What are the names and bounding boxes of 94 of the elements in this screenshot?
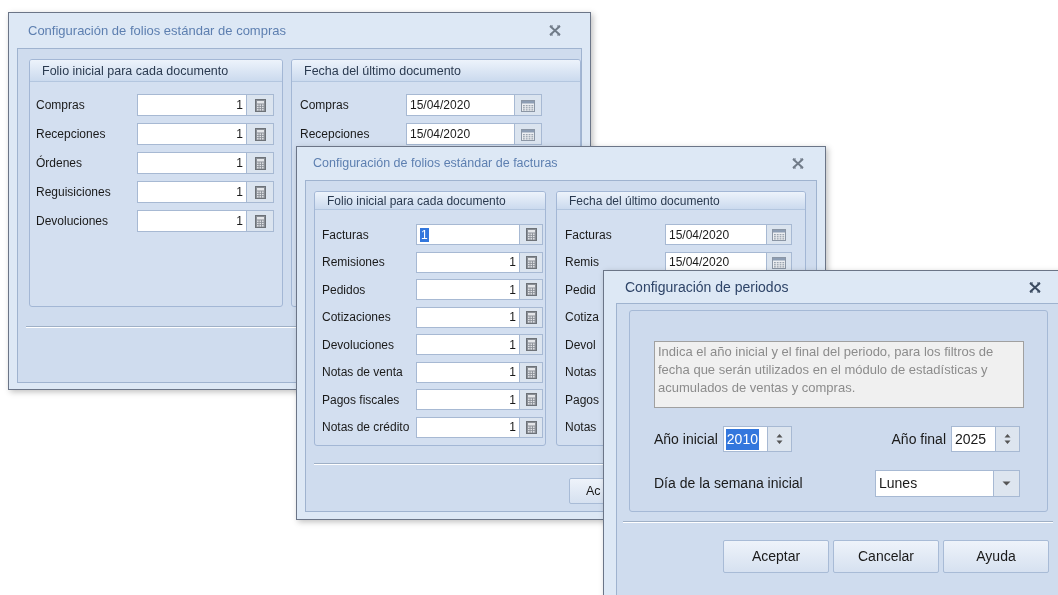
calendar-button[interactable] bbox=[767, 224, 792, 245]
group-heading: Fecha del último documento bbox=[557, 192, 805, 210]
group-heading: Fecha del último documento bbox=[292, 60, 580, 82]
field-label: Recepciones bbox=[300, 126, 371, 143]
number-field[interactable]: 1 bbox=[416, 416, 520, 438]
number-field[interactable]: 1 bbox=[137, 123, 247, 145]
description-text: Indica el año inicial y el final del periodo, para los filtros de fecha que serán utilizados en el módulo de estadísticas y acumulados de ventas y compras. bbox=[654, 341, 1024, 408]
close-icon bbox=[792, 158, 804, 169]
calculator-button[interactable] bbox=[520, 361, 543, 383]
calculator-button[interactable] bbox=[247, 152, 274, 174]
field-label: Año final bbox=[891, 429, 946, 449]
calendar-icon bbox=[521, 98, 535, 112]
date-field[interactable]: 15/04/2020 bbox=[665, 224, 767, 245]
calculator-button[interactable] bbox=[520, 416, 543, 438]
field-label: Notas de crédito bbox=[322, 419, 411, 436]
field-label: Compras bbox=[36, 97, 86, 114]
calculator-button[interactable] bbox=[520, 389, 543, 410]
calculator-button[interactable] bbox=[247, 210, 274, 232]
field-label: Pagos bbox=[565, 391, 601, 409]
date-field[interactable]: 15/04/2020 bbox=[406, 94, 515, 116]
field-label: Devoluciones bbox=[36, 213, 110, 230]
calendar-button[interactable] bbox=[515, 94, 542, 116]
calculator-icon bbox=[525, 393, 537, 406]
calculator-icon bbox=[525, 365, 537, 379]
field-label: Compras bbox=[300, 97, 350, 114]
calculator-button[interactable] bbox=[247, 181, 274, 203]
calculator-icon bbox=[525, 228, 537, 241]
year-spinner[interactable]: 2025 bbox=[951, 426, 1020, 452]
calculator-icon bbox=[254, 127, 266, 141]
number-field[interactable]: 1 bbox=[416, 361, 520, 383]
calculator-button[interactable] bbox=[520, 251, 543, 273]
close-icon bbox=[549, 25, 561, 36]
calendar-icon bbox=[772, 255, 786, 269]
dropdown-caret-icon bbox=[1002, 481, 1011, 486]
field-label: Facturas bbox=[322, 226, 370, 244]
day-dropdown[interactable]: Lunes bbox=[875, 470, 1020, 497]
window-title: Configuración de folios estándar de compras bbox=[28, 21, 286, 40]
field-label: Cotiza bbox=[565, 309, 600, 326]
year-spinner[interactable]: 2010 bbox=[722, 426, 792, 452]
number-field[interactable]: 1 bbox=[416, 251, 520, 273]
calculator-button[interactable] bbox=[247, 123, 274, 145]
field-label: Devoluciones bbox=[322, 336, 396, 354]
calculator-icon bbox=[254, 214, 266, 228]
close-icon bbox=[1029, 281, 1041, 293]
date-field[interactable]: 15/04/2020 bbox=[665, 251, 767, 273]
calculator-icon bbox=[525, 338, 537, 351]
window-title: Configuración de folios estándar de facturas bbox=[313, 155, 558, 173]
field-label: Pedidos bbox=[322, 281, 367, 299]
cancel-button[interactable]: Cancelar bbox=[833, 540, 939, 573]
calculator-icon bbox=[254, 98, 266, 112]
number-field[interactable]: 1 bbox=[416, 389, 520, 410]
field-label: Recepciones bbox=[36, 126, 107, 143]
group-heading: Folio inicial para cada documento bbox=[30, 60, 282, 82]
number-field[interactable]: 1 bbox=[137, 210, 247, 232]
field-label: Remis bbox=[565, 254, 600, 271]
group-heading: Folio inicial para cada documento bbox=[315, 192, 545, 210]
window-title: Configuración de periodos bbox=[625, 277, 789, 297]
field-label: Órdenes bbox=[36, 154, 84, 172]
calculator-icon bbox=[525, 420, 537, 434]
number-field[interactable]: 1 bbox=[416, 279, 520, 300]
field-label: Remisiones bbox=[322, 254, 386, 271]
field-label: Día de la semana inicial bbox=[654, 474, 803, 493]
number-field[interactable]: 1 bbox=[416, 224, 520, 245]
spin-arrows-icon bbox=[1004, 433, 1011, 445]
help-button[interactable]: Ayuda bbox=[943, 540, 1049, 573]
number-field[interactable]: 1 bbox=[416, 334, 520, 355]
date-field[interactable]: 15/04/2020 bbox=[406, 123, 515, 145]
field-label: Reguisiciones bbox=[36, 184, 112, 201]
calculator-button[interactable] bbox=[520, 334, 543, 355]
field-label: Pagos fiscales bbox=[322, 391, 401, 409]
number-field[interactable]: 1 bbox=[416, 306, 520, 328]
number-field[interactable]: 1 bbox=[137, 94, 247, 116]
calculator-button[interactable] bbox=[520, 224, 543, 245]
calendar-icon bbox=[521, 127, 535, 141]
spin-arrows-icon bbox=[775, 433, 783, 445]
calculator-button[interactable] bbox=[520, 306, 543, 328]
calculator-button[interactable] bbox=[520, 279, 543, 300]
field-label: Año inicial bbox=[654, 429, 718, 449]
calculator-icon bbox=[254, 156, 266, 170]
field-label: Facturas bbox=[565, 226, 613, 244]
calendar-button[interactable] bbox=[515, 123, 542, 145]
calculator-icon bbox=[525, 255, 537, 269]
calculator-button[interactable] bbox=[247, 94, 274, 116]
calendar-button[interactable] bbox=[767, 251, 792, 273]
calculator-icon bbox=[525, 283, 537, 296]
field-label: Notas bbox=[565, 419, 598, 436]
number-field[interactable]: 1 bbox=[137, 152, 247, 174]
calculator-icon bbox=[525, 310, 537, 324]
number-field[interactable]: 1 bbox=[137, 181, 247, 203]
calculator-icon bbox=[254, 185, 266, 199]
calendar-icon bbox=[772, 228, 786, 241]
field-label: Notas de venta bbox=[322, 364, 404, 381]
field-label: Cotizaciones bbox=[322, 309, 392, 326]
accept-button[interactable]: Aceptar bbox=[723, 540, 829, 573]
